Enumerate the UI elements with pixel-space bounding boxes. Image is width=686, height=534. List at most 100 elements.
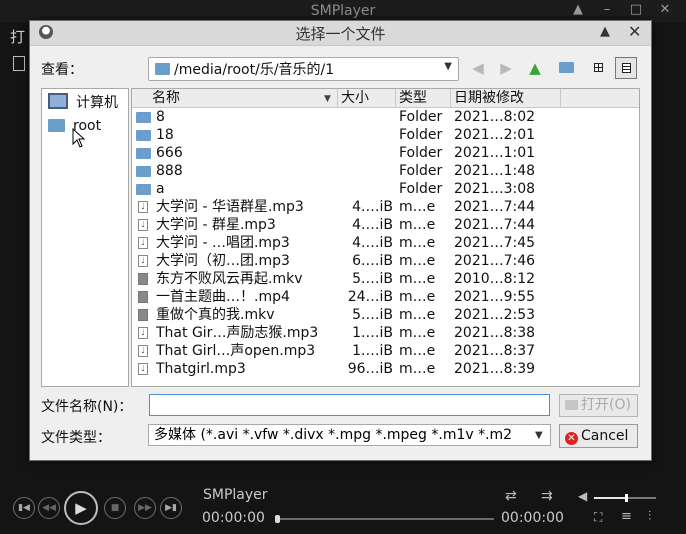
file-name-cell: 大学问 - …唱团.mp3 bbox=[156, 235, 290, 251]
filetype-label: 文件类型： bbox=[41, 430, 111, 446]
audio-file-icon: ♩ bbox=[138, 237, 148, 249]
file-row[interactable]: ♩ 大学问 - 华语群星.mp3 4.…iB m…e 2021…7:44 bbox=[132, 198, 561, 216]
file-size-cell: 5.…iB bbox=[352, 271, 393, 287]
file-date-cell: 2021…7:45 bbox=[454, 235, 536, 251]
seek-bar[interactable] bbox=[277, 518, 494, 520]
player-minimize-icon[interactable]: – bbox=[598, 2, 616, 17]
file-row[interactable]: ♩ That Gir…声励志猴.mp3 1.…iB m…e 2021…8:38 bbox=[132, 324, 561, 342]
previous-icon[interactable]: ▮◀ bbox=[13, 497, 35, 519]
file-row[interactable]: 一首主题曲…！.mp4 24…iB m…e 2021…9:55 bbox=[132, 288, 561, 306]
file-row[interactable]: ♩ That Girl…声open.mp3 1.…iB m…e 2021…8:37 bbox=[132, 342, 561, 360]
next-icon[interactable]: ▶▮ bbox=[160, 497, 182, 519]
folder-row[interactable]: 888 Folder 2021…1:48 bbox=[132, 162, 561, 180]
file-type-cell: Folder bbox=[399, 181, 443, 197]
folder-icon bbox=[48, 119, 65, 132]
file-row[interactable]: ♩ 大学问 - …唱团.mp3 4.…iB m…e 2021…7:45 bbox=[132, 234, 561, 252]
folder-row[interactable]: a Folder 2021…3:08 bbox=[132, 180, 561, 198]
file-row[interactable]: 重做个真的我.mkv 5.…iB m…e 2021…2:53 bbox=[132, 306, 561, 324]
column-header-size[interactable]: 大小 bbox=[338, 89, 396, 107]
shuffle-icon[interactable]: ⇉ bbox=[541, 488, 553, 504]
repeat-icon[interactable]: ⇄ bbox=[505, 488, 517, 504]
volume-icon[interactable]: ◀ bbox=[578, 489, 587, 503]
folder-icon bbox=[136, 166, 151, 177]
lookin-label: 查看： bbox=[41, 62, 83, 78]
dialog-close-icon[interactable]: ✕ bbox=[628, 22, 641, 41]
file-type-cell: Folder bbox=[399, 127, 443, 143]
audio-file-icon: ♩ bbox=[138, 255, 148, 267]
total-time: 00:00:00 bbox=[501, 510, 564, 526]
detail-view-icon[interactable] bbox=[615, 57, 637, 79]
file-name-cell: That Girl…声open.mp3 bbox=[156, 343, 316, 359]
folder-row[interactable]: 666 Folder 2021…1:01 bbox=[132, 144, 561, 162]
audio-file-icon: ♩ bbox=[138, 201, 148, 213]
file-name-cell: 重做个真的我.mkv bbox=[156, 307, 275, 323]
parent-directory-icon[interactable]: ▲ bbox=[524, 57, 546, 79]
seek-handle[interactable] bbox=[275, 515, 280, 523]
file-type-cell: Folder bbox=[399, 109, 443, 125]
player-maximize-icon[interactable]: □ bbox=[627, 2, 645, 17]
volume-handle[interactable] bbox=[625, 494, 628, 502]
file-type-cell: m…e bbox=[399, 307, 436, 323]
dialog-keep-above-icon[interactable]: ▲ bbox=[600, 24, 610, 39]
new-folder-icon[interactable] bbox=[555, 57, 577, 79]
fast-forward-icon[interactable]: ▶▶ bbox=[134, 497, 156, 519]
file-type-cell: Folder bbox=[399, 163, 443, 179]
file-name-cell: 888 bbox=[156, 163, 183, 179]
sort-indicator-icon: ▼ bbox=[324, 94, 331, 104]
cancel-button[interactable]: ✕ Cancel bbox=[559, 424, 638, 448]
file-type-cell: m…e bbox=[399, 271, 436, 287]
file-size-cell: 6.…iB bbox=[352, 253, 393, 269]
forward-arrow-icon[interactable]: ▶ bbox=[495, 57, 517, 79]
cancel-icon: ✕ bbox=[565, 432, 578, 445]
file-date-cell: 2021…7:46 bbox=[454, 253, 536, 269]
audio-file-icon: ♩ bbox=[138, 363, 148, 375]
file-date-cell: 2021…8:38 bbox=[454, 325, 536, 341]
file-date-cell: 2021…8:02 bbox=[454, 109, 536, 125]
player-file-icon[interactable] bbox=[13, 56, 25, 71]
rewind-icon[interactable]: ◀◀ bbox=[38, 497, 60, 519]
equalizer-icon[interactable]: ⫶ bbox=[648, 509, 651, 524]
file-name-cell: That Gir…声励志猴.mp3 bbox=[156, 325, 319, 341]
column-header-name[interactable]: 名称 bbox=[132, 89, 338, 107]
fullscreen-icon[interactable]: ⛶ bbox=[594, 510, 602, 525]
file-row[interactable]: ♩ 大学问（初…团.mp3 6.…iB m…e 2021…7:46 bbox=[132, 252, 561, 270]
audio-file-icon: ♩ bbox=[138, 327, 148, 339]
file-date-cell: 2021…9:55 bbox=[454, 289, 536, 305]
sidebar-item-computer[interactable]: 计算机 bbox=[48, 92, 118, 112]
chevron-down-icon: ▼ bbox=[535, 430, 543, 441]
open-button[interactable]: 打开(O) bbox=[559, 394, 638, 417]
player-menu-open[interactable]: 打 bbox=[10, 26, 25, 47]
folder-icon bbox=[136, 184, 151, 195]
file-list-header: 名称 ▼ 大小 类型 日期被修改 bbox=[132, 89, 639, 108]
playlist-icon[interactable]: ≡ bbox=[621, 509, 632, 524]
file-size-cell: 5.…iB bbox=[352, 307, 393, 323]
folder-row[interactable]: 18 Folder 2021…2:01 bbox=[132, 126, 561, 144]
folder-row[interactable]: 8 Folder 2021…8:02 bbox=[132, 108, 561, 126]
file-type-cell: Folder bbox=[399, 145, 443, 161]
file-date-cell: 2021…2:53 bbox=[454, 307, 536, 323]
file-name-cell: 大学问 - 华语群星.mp3 bbox=[156, 199, 304, 215]
file-row[interactable]: ♩ 大学问 - 群星.mp3 4.…iB m…e 2021…7:44 bbox=[132, 216, 561, 234]
sidebar-item-label: 计算机 bbox=[76, 95, 118, 111]
file-row[interactable]: 东方不败风云再起.mkv 5.…iB m…e 2010…8:12 bbox=[132, 270, 561, 288]
file-name-cell: 东方不败风云再起.mkv bbox=[156, 271, 303, 287]
path-combobox[interactable]: /media/root/乐/音乐的/1 ▼ bbox=[148, 57, 459, 81]
icon-view-icon[interactable] bbox=[587, 57, 609, 79]
player-up-icon[interactable]: ▲ bbox=[569, 2, 587, 17]
stop-icon[interactable]: ■ bbox=[104, 497, 126, 519]
column-header-type[interactable]: 类型 bbox=[396, 89, 451, 107]
folder-icon bbox=[136, 130, 151, 141]
column-header-date[interactable]: 日期被修改 bbox=[451, 89, 561, 107]
player-close-icon[interactable]: ✕ bbox=[656, 2, 674, 17]
back-arrow-icon[interactable]: ◀ bbox=[467, 57, 489, 79]
media-title: SMPlayer bbox=[203, 487, 268, 503]
filetype-combobox[interactable]: 多媒体 (*.avi *.vfw *.divx *.mpg *.mpeg *.m… bbox=[148, 424, 551, 446]
file-name-cell: a bbox=[156, 181, 165, 197]
play-icon[interactable]: ▶ bbox=[64, 491, 98, 525]
file-date-cell: 2010…8:12 bbox=[454, 271, 536, 287]
file-size-cell: 1.…iB bbox=[352, 343, 393, 359]
filename-input[interactable] bbox=[149, 394, 550, 416]
file-row[interactable]: ♩ Thatgirl.mp3 96…iB m…e 2021…8:39 bbox=[132, 360, 561, 378]
file-list[interactable]: 名称 ▼ 大小 类型 日期被修改 8 Folder 2021…8:02 18 Folde… bbox=[131, 88, 640, 387]
filename-label: 文件名称(N)： bbox=[41, 399, 133, 415]
